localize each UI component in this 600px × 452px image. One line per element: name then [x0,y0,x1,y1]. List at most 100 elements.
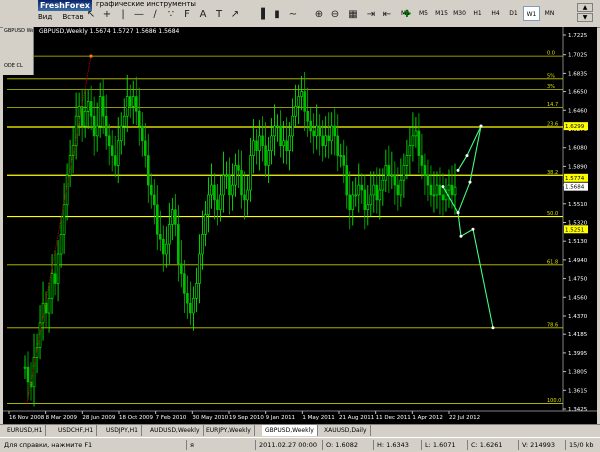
chart-bar-icon[interactable]: ▐ [254,8,268,22]
tab-eurusd-h1[interactable]: EURUSD,H1 [4,425,47,436]
fibo-level-label: 3% [547,84,555,90]
shift-icon[interactable]: ⇤ [380,8,394,22]
candle-body [318,125,321,137]
candle-body [255,140,258,151]
candle-body [162,238,165,255]
candle-body [390,174,394,177]
price-chart[interactable]: 1.72251.70251.68351.66501.64601.62701.60… [3,27,597,424]
crosshair-icon[interactable]: + [100,8,114,22]
candle-body [438,184,442,196]
candle-body [228,174,231,196]
tf-m30[interactable]: M30 [451,6,468,21]
tf-m1[interactable]: M1 [397,6,414,21]
candle-body [429,184,433,196]
scroll-down-icon[interactable]: ▼ [577,13,593,22]
candle-body [363,189,367,210]
cursor-icon[interactable]: ↖ [84,8,98,22]
candle-body [231,184,234,196]
candle-body [246,189,249,201]
text-icon[interactable]: A [196,8,210,22]
y-tick-label: 1.7025 [568,53,588,59]
x-tick-label: 30 May 2010 [192,415,228,421]
chart-candle-icon[interactable]: ▮ [270,8,284,22]
x-tick-label: 8 Mar 2009 [46,415,78,421]
chart-canvas[interactable]: 1.72251.70251.68351.66501.64601.62701.60… [3,27,597,424]
candle-body [59,234,63,255]
candle-body [113,155,117,166]
candle-body [177,224,180,265]
status-datetime: 2011.02.27 00:00 [255,440,317,450]
tab-usdchf-h1[interactable]: USDCHF,H1 [55,425,98,436]
status-bar: Для справки, нажмите F1 я 2011.02.27 00:… [0,437,600,452]
candle-body [333,125,337,137]
tile-icon[interactable]: ▦ [346,8,360,22]
tab-xauusd-daily[interactable]: XAUUSD,Daily [321,425,371,436]
tf-w1[interactable]: W1 [523,6,540,21]
tf-m15[interactable]: M15 [433,6,450,21]
trendline-icon[interactable]: ∕ [148,8,162,22]
tf-d1[interactable]: D1 [505,6,522,21]
candle-body [207,194,210,215]
arrow-icon[interactable]: ↗ [228,8,242,22]
candle-body [204,214,207,235]
tf-h4[interactable]: H4 [487,6,504,21]
label-icon[interactable]: T [212,8,226,22]
autoscroll-icon[interactable]: ⇥ [364,8,378,22]
candle-body [330,125,334,142]
fibo-level-label: 23.6 [547,122,558,128]
candle-body [80,106,84,127]
status-open: O: 1.6082 [322,440,358,450]
candle-body [294,106,297,117]
candle-body [38,322,42,348]
candle-body [171,209,174,225]
candle-body [104,115,108,137]
tab-usdjpy-h1[interactable]: USDJPY,H1 [103,425,142,436]
channel-icon[interactable]: ∵ [164,8,178,22]
chart-line-icon[interactable]: ∼ [286,8,300,22]
y-tick-label: 1.4370 [568,314,588,320]
candle-body [56,253,60,284]
menu-item-insert[interactable]: Встав [62,13,83,21]
price-label-text: 1.5774 [565,176,585,182]
candle-body [140,125,144,142]
candle-body [186,293,189,304]
candle-body [414,130,418,137]
candle-body [137,110,141,127]
y-tick-label: 1.3995 [568,351,588,357]
horizontal-line-icon[interactable]: — [132,8,146,22]
candle-body [435,184,439,196]
candle-body [131,96,135,107]
candle-body [95,125,99,137]
tf-mn[interactable]: MN [541,6,558,21]
forecast-node [479,124,483,128]
candle-body [213,184,216,201]
zoom-out-icon[interactable]: ⊖ [328,8,342,22]
candle-body [159,234,162,240]
candle-body [86,101,90,112]
y-tick-label: 1.5510 [568,202,588,208]
zoom-in-icon[interactable]: ⊕ [312,8,326,22]
y-tick-label: 1.4560 [568,295,588,301]
candle-body [342,155,346,166]
candle-body [417,130,421,156]
tf-h1[interactable]: H1 [469,6,486,21]
candle-body [288,135,291,151]
menu-item-view[interactable]: Вид [38,13,52,21]
vertical-line-icon[interactable]: | [116,8,130,22]
scroll-up-icon[interactable]: ▲ [577,3,593,12]
candle-body [339,155,343,157]
candle-body [357,184,361,196]
tab-audusd-weekly[interactable]: AUDUSD,Weekly [147,425,204,436]
forecast-node [456,211,460,215]
candle-body [225,174,228,177]
candle-body [249,155,252,191]
tab-eurjpy-weekly[interactable]: EURJPY,Weekly [203,425,255,436]
tf-m5[interactable]: M5 [415,6,432,21]
toolbar-scroll[interactable]: ▲ ▼ [577,3,593,23]
y-tick-label: 1.6650 [568,90,588,96]
tab-gbpusd-weekly[interactable]: GBPUSD,Weekly [262,425,318,436]
fibo-icon[interactable]: F [180,8,194,22]
candle-body [237,165,240,171]
candle-body [134,96,138,112]
x-tick-label: 16 Nov 2008 [9,415,45,421]
